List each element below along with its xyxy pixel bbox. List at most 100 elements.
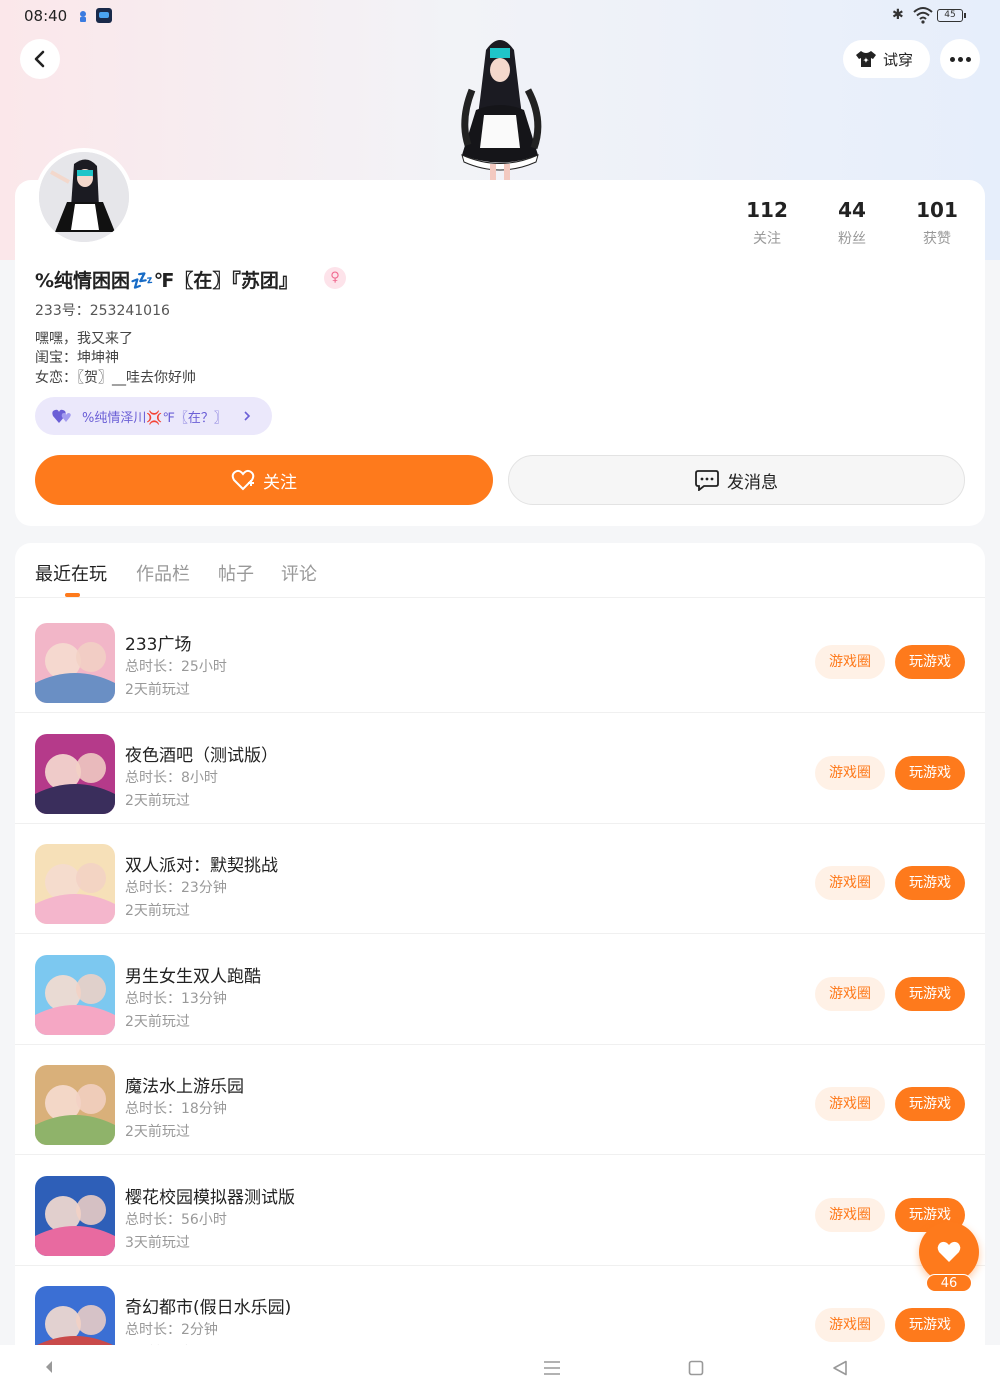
game-row[interactable]: 樱花校园模拟器测试版 总时长：56小时 3天前玩过 游戏圈 玩游戏 <box>15 1156 985 1266</box>
more-dot <box>957 56 963 62</box>
app-notification-icon <box>80 11 86 22</box>
stat-following[interactable]: 112 关注 <box>727 198 807 248</box>
game-circle-button[interactable]: 游戏圈 <box>815 976 885 1011</box>
system-nav-bar <box>0 1345 1000 1400</box>
tab-posts[interactable]: 帖子 <box>218 560 254 586</box>
game-icon <box>35 1065 115 1145</box>
game-row[interactable]: 双人派对：默契挑战总时长：23分钟 2天前玩过 游戏圈 玩游戏 <box>15 824 985 934</box>
gallery-notification-icon <box>96 8 112 23</box>
game-circle-button[interactable]: 游戏圈 <box>815 755 885 790</box>
play-game-button[interactable]: 玩游戏 <box>895 1087 965 1121</box>
game-icon <box>35 844 115 924</box>
stat-number: 101 <box>916 198 958 222</box>
game-duration: 总时长：13分钟 <box>125 990 227 1007</box>
try-on-button[interactable]: ✦ 试穿 <box>843 40 930 78</box>
play-game-button[interactable]: 玩游戏 <box>895 866 965 900</box>
tab-divider <box>15 597 985 598</box>
double-heart-icon <box>52 409 71 423</box>
svg-text:✦: ✦ <box>863 56 870 65</box>
chat-bubble-icon <box>695 470 719 491</box>
stat-number: 112 <box>746 198 788 222</box>
stat-label: 关注 <box>753 231 781 247</box>
game-row[interactable]: 233广场总时长：25小时 2天前玩过 游戏圈 玩游戏 <box>15 603 985 713</box>
more-options-button[interactable] <box>940 39 980 79</box>
shirt-icon: ✦ <box>856 51 876 67</box>
tab-works[interactable]: 作品栏 <box>136 560 190 586</box>
avatar-3d-figure <box>461 40 542 182</box>
game-name: 233广场 <box>125 635 192 655</box>
game-last-played: 2天前玩过 <box>125 1124 190 1140</box>
try-on-label: 试穿 <box>883 50 914 69</box>
game-duration: 总时长：8小时 <box>125 769 218 786</box>
back-button[interactable] <box>20 39 60 79</box>
chevron-left-icon <box>34 50 45 68</box>
cp-name: %纯情泽川💢℉〖在？〗 <box>82 410 227 426</box>
bluetooth-icon: ✱ <box>892 7 904 23</box>
game-last-played: 2天前玩过 <box>125 682 190 698</box>
game-last-played: 2天前玩过 <box>125 903 190 919</box>
game-icon <box>35 733 115 814</box>
status-time: 08:40 <box>24 7 68 25</box>
home-square-icon[interactable] <box>688 1360 704 1376</box>
game-circle-button[interactable]: 游戏圈 <box>815 1087 885 1121</box>
game-row[interactable]: 夜色酒吧（测试版） 总时长：8小时 2天前玩过 游戏圈 玩游戏 <box>15 714 985 824</box>
female-icon: ♀ <box>324 267 346 289</box>
game-name: 奇幻都市(假日水乐园) <box>125 1298 292 1318</box>
message-label: 发消息 <box>727 472 778 493</box>
follow-button[interactable]: 关注 <box>35 455 493 505</box>
stat-label: 获赞 <box>923 231 951 247</box>
battery-icon: 45 <box>937 9 966 22</box>
stat-fans[interactable]: 44 粉丝 <box>812 198 892 248</box>
game-name: 双人派对：默契挑战 <box>125 856 278 876</box>
back-triangle-icon[interactable] <box>832 1360 848 1376</box>
game-duration: 总时长：2分钟 <box>125 1322 218 1338</box>
tab-comments[interactable]: 评论 <box>281 560 317 586</box>
user-id: 233号：253241016 <box>35 303 170 319</box>
avatar[interactable] <box>35 148 133 246</box>
game-row[interactable]: 魔法水上游乐园总时长：18分钟 2天前玩过 游戏圈 玩游戏 <box>15 1045 985 1155</box>
like-count: 46 <box>926 1274 972 1292</box>
more-dot <box>949 56 955 62</box>
game-icon <box>35 1175 115 1256</box>
like-button[interactable] <box>919 1222 979 1282</box>
bio-line: 嘿嘿，我又来了 <box>35 331 133 347</box>
heart-plus-icon <box>231 469 255 491</box>
game-circle-button[interactable]: 游戏圈 <box>815 866 885 900</box>
game-last-played: 3天前玩过 <box>125 1234 190 1251</box>
game-icon <box>35 623 115 703</box>
bio-line: 闺宝：坤坤神 <box>35 350 119 366</box>
game-duration: 总时长：56小时 <box>125 1211 227 1228</box>
game-duration: 总时长：23分钟 <box>125 880 227 896</box>
game-circle-button[interactable]: 游戏圈 <box>815 645 885 679</box>
game-icon <box>35 954 115 1035</box>
play-game-button[interactable]: 玩游戏 <box>895 976 965 1011</box>
game-name: 男生女生双人跑酷 <box>125 966 261 987</box>
menu-icon[interactable] <box>543 1360 561 1376</box>
game-name: 夜色酒吧（测试版） <box>125 745 278 766</box>
play-game-button[interactable]: 玩游戏 <box>895 1308 965 1342</box>
game-name: 樱花校园模拟器测试版 <box>125 1187 295 1208</box>
game-circle-button[interactable]: 游戏圈 <box>815 1308 885 1342</box>
game-circle-button[interactable]: 游戏圈 <box>815 1197 885 1232</box>
stat-number: 44 <box>838 198 866 222</box>
cp-relationship-badge[interactable]: %纯情泽川💢℉〖在？〗 <box>35 397 272 435</box>
wifi-icon <box>913 7 933 24</box>
follow-label: 关注 <box>263 472 297 493</box>
game-row[interactable]: 男生女生双人跑酷总时长：13分钟 2天前玩过 游戏圈 玩游戏 <box>15 935 985 1045</box>
play-game-button[interactable]: 玩游戏 <box>895 645 965 679</box>
game-last-played: 2天前玩过 <box>125 792 190 809</box>
tab-recently-played[interactable]: 最近在玩 <box>35 560 107 586</box>
game-last-played: 2天前玩过 <box>125 1013 190 1030</box>
bio-line: 女恋：〖贺〗__哇去你好帅 <box>35 370 196 386</box>
stat-label: 粉丝 <box>838 231 866 247</box>
game-name: 魔法水上游乐园 <box>125 1077 244 1097</box>
game-duration: 总时长：25小时 <box>125 659 227 675</box>
avatar-figure-image <box>39 152 129 242</box>
collapse-arrow-icon[interactable] <box>44 1360 54 1374</box>
send-message-button[interactable]: 发消息 <box>508 455 965 505</box>
game-duration: 总时长：18分钟 <box>125 1101 227 1117</box>
heart-icon <box>937 1241 961 1262</box>
nickname: %纯情困困💤℉〖在〗『苏团』 <box>35 270 298 292</box>
stat-likes[interactable]: 101 获赞 <box>897 198 977 248</box>
play-game-button[interactable]: 玩游戏 <box>895 755 965 790</box>
